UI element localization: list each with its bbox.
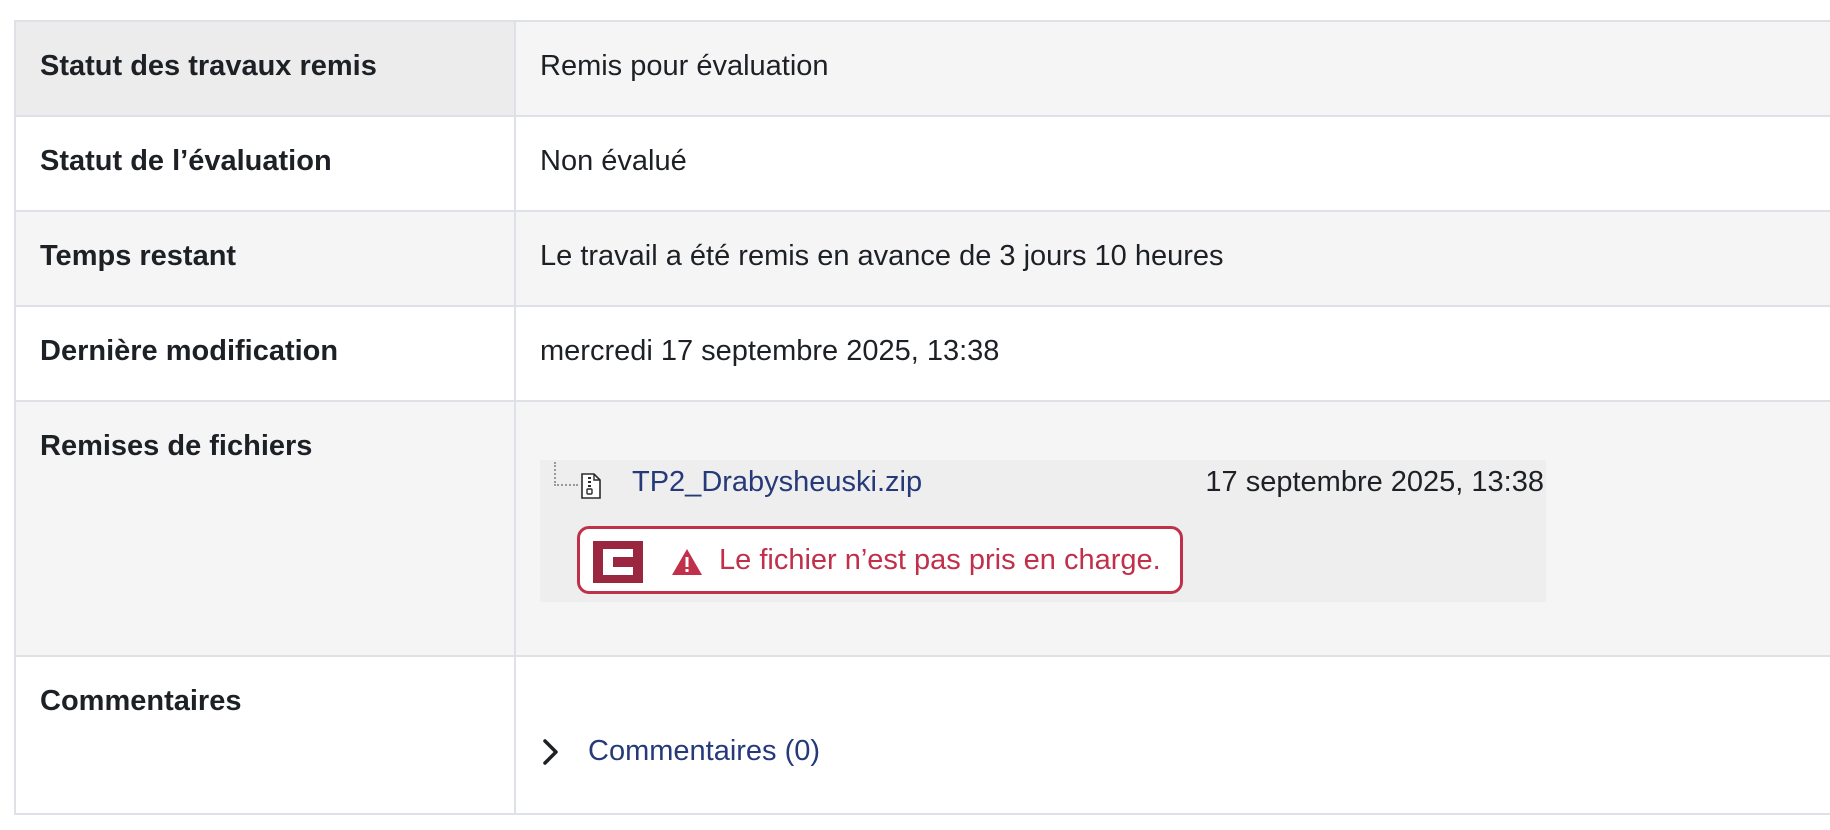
row-label: Statut de l’évaluation	[14, 115, 516, 212]
file-tree: TP2_Drabysheuski.zip 17 septembre 2025, …	[540, 460, 1546, 602]
row-label: Statut des travaux remis	[14, 20, 516, 117]
row-label: Temps restant	[14, 210, 516, 307]
submission-status-value: Remis pour évaluation	[514, 20, 1830, 117]
file-submissions-cell: TP2_Drabysheuski.zip 17 septembre 2025, …	[514, 400, 1830, 657]
submission-status-panel: Statut des travaux remis Remis pour éval…	[14, 20, 1830, 815]
comments-link-label[interactable]: Commentaires (0)	[588, 735, 820, 768]
c-logo-icon	[593, 541, 643, 583]
table-row-grading-status: Statut de l’évaluation Non évalué	[14, 115, 1830, 212]
alert-message: Le fichier n’est pas pris en charge.	[719, 544, 1161, 576]
zip-file-icon	[581, 473, 601, 499]
comments-toggle[interactable]: Commentaires (0)	[540, 735, 1818, 768]
table-row-last-modified: Dernière modification mercredi 17 septem…	[14, 305, 1830, 402]
grading-status-value: Non évalué	[514, 115, 1830, 212]
chevron-right-icon	[543, 738, 558, 765]
table-row-comments: Commentaires Commentaires (0)	[14, 655, 1830, 815]
tree-connector	[554, 462, 578, 486]
row-label: Remises de fichiers	[14, 400, 516, 657]
warning-triangle-icon	[672, 549, 702, 575]
table-row-file-submissions: Remises de fichiers TP2_Drabysheuski.zip…	[14, 400, 1830, 657]
row-label: Dernière modification	[14, 305, 516, 402]
submission-status-table: Statut des travaux remis Remis pour éval…	[14, 20, 1830, 815]
time-remaining-value: Le travail a été remis en avance de 3 jo…	[514, 210, 1830, 307]
row-label: Commentaires	[14, 655, 516, 815]
file-link[interactable]: TP2_Drabysheuski.zip	[632, 466, 922, 499]
comments-cell: Commentaires (0)	[514, 655, 1830, 815]
file-date: 17 septembre 2025, 13:38	[1205, 466, 1544, 498]
last-modified-value: mercredi 17 septembre 2025, 13:38	[514, 305, 1830, 402]
table-row-submission-status: Statut des travaux remis Remis pour éval…	[14, 20, 1830, 117]
unsupported-file-alert: Le fichier n’est pas pris en charge.	[577, 526, 1183, 594]
table-row-time-remaining: Temps restant Le travail a été remis en …	[14, 210, 1830, 307]
